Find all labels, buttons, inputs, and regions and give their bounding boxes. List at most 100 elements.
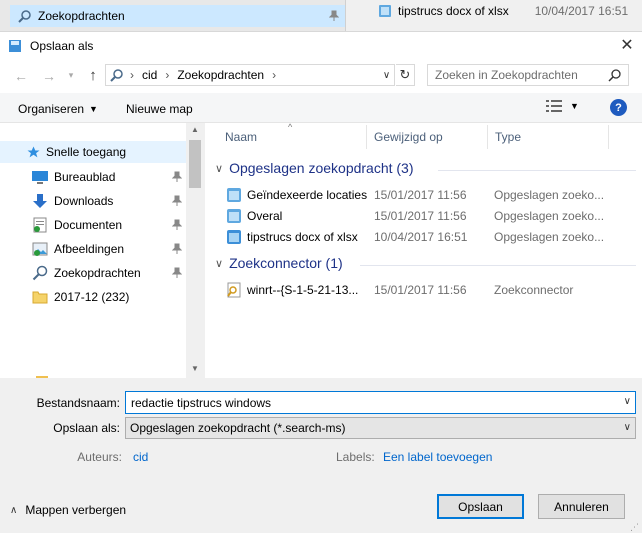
- column-divider[interactable]: [608, 125, 609, 149]
- pane-splitter[interactable]: [204, 123, 205, 378]
- search-folder-icon: [32, 265, 48, 281]
- pictures-icon: [32, 242, 48, 256]
- pin-icon[interactable]: [172, 267, 182, 279]
- organize-label: Organiseren: [18, 102, 85, 116]
- documents-icon: [33, 217, 47, 233]
- group-title: Opgeslagen zoekopdracht (3): [229, 160, 414, 176]
- column-header-type[interactable]: Type: [495, 130, 521, 144]
- hide-folders-label: Mappen verbergen: [25, 503, 127, 517]
- savetype-select[interactable]: Opgeslagen zoekopdracht (*.search-ms) ∨: [125, 417, 636, 439]
- column-divider[interactable]: [487, 125, 488, 149]
- search-icon[interactable]: [608, 68, 622, 82]
- saved-search-icon: [227, 188, 241, 202]
- pin-icon[interactable]: [329, 10, 339, 22]
- add-label-link[interactable]: Een label toevoegen: [383, 450, 492, 464]
- file-date: 15/01/2017 11:56: [374, 209, 467, 223]
- sidebar-item-desktop[interactable]: Bureaublad: [0, 166, 186, 188]
- sidebar-item-label: Afbeeldingen: [54, 242, 125, 256]
- background-file-row[interactable]: tipstrucs docx of xlsx 10/04/2017 16:51: [378, 0, 628, 22]
- file-name: winrt--{S-1-5-21-13...: [247, 283, 359, 297]
- forward-arrow-icon[interactable]: →: [38, 68, 60, 84]
- cancel-button[interactable]: Annuleren: [538, 494, 625, 519]
- collapse-chevron-icon[interactable]: ∨: [215, 257, 223, 270]
- star-icon: [27, 146, 40, 157]
- desktop-icon: [32, 171, 48, 184]
- authors-link[interactable]: cid: [133, 450, 148, 464]
- collapse-chevron-icon[interactable]: ∨: [215, 162, 223, 175]
- scroll-up-icon[interactable]: ▲: [186, 125, 204, 137]
- change-view-button[interactable]: ▼: [546, 100, 579, 112]
- column-header-name[interactable]: Naam: [225, 130, 257, 144]
- search-placeholder: Zoeken in Zoekopdrachten: [435, 68, 578, 82]
- history-nav: ← → ▾ ↑: [10, 67, 104, 84]
- sidebar-item-label: Snelle toegang: [46, 145, 127, 159]
- resize-grip-icon[interactable]: ⋰: [630, 522, 639, 533]
- filename-label: Bestandsnaam:: [36, 396, 120, 410]
- saved-search-icon: [379, 5, 391, 17]
- group-header-search-connectors[interactable]: ∨ Zoekconnector (1): [215, 255, 343, 271]
- file-row[interactable]: Overal 15/01/2017 11:56 Opgeslagen zoeko…: [226, 206, 636, 226]
- back-arrow-icon[interactable]: ←: [10, 68, 32, 84]
- save-dialog-icon: [9, 39, 21, 52]
- sidebar-item-label: Documenten: [54, 218, 123, 232]
- file-row[interactable]: tipstrucs docx of xlsx 10/04/2017 16:51 …: [226, 227, 636, 247]
- hide-folders-button[interactable]: ∧ Mappen verbergen: [10, 503, 126, 517]
- chevron-down-icon: ▼: [570, 101, 579, 111]
- organize-button[interactable]: Organiseren ▼: [18, 102, 98, 116]
- sidebar-item-documents[interactable]: Documenten: [0, 214, 186, 236]
- breadcrumb-item[interactable]: cid: [142, 68, 157, 82]
- search-connector-icon: [227, 282, 241, 298]
- file-date: 10/04/2017 16:51: [374, 230, 468, 244]
- recent-locations-icon[interactable]: ▾: [66, 70, 76, 81]
- group-divider: [360, 265, 636, 266]
- sidebar-item-label: Bureaublad: [54, 170, 116, 184]
- group-header-saved-searches[interactable]: ∨ Opgeslagen zoekopdracht (3): [215, 160, 414, 176]
- help-icon[interactable]: ?: [610, 99, 627, 116]
- file-name: tipstrucs docx of xlsx: [247, 230, 358, 244]
- chevron-down-icon[interactable]: ∨: [624, 422, 631, 433]
- pin-icon[interactable]: [172, 243, 182, 255]
- chevron-up-icon: ∧: [10, 504, 18, 516]
- breadcrumb-separator-icon[interactable]: ›: [272, 68, 276, 82]
- pin-icon[interactable]: [172, 219, 182, 231]
- column-divider[interactable]: [366, 125, 367, 149]
- file-row[interactable]: Geïndexeerde locaties 15/01/2017 11:56 O…: [226, 185, 636, 205]
- nav-scroll-thumb[interactable]: [189, 140, 201, 188]
- save-button[interactable]: Opslaan: [437, 494, 524, 519]
- search-input[interactable]: Zoeken in Zoekopdrachten: [427, 64, 629, 86]
- background-divider: [345, 0, 346, 31]
- background-file-name: tipstrucs docx of xlsx: [398, 4, 509, 18]
- sidebar-item-searches[interactable]: Zoekopdrachten: [0, 262, 186, 284]
- breadcrumb-separator-icon[interactable]: ›: [130, 68, 134, 82]
- address-bar[interactable]: › cid › Zoekopdrachten ›: [105, 64, 395, 86]
- download-icon: [33, 194, 47, 208]
- filename-input[interactable]: redactie tipstrucs windows ∨: [125, 391, 636, 414]
- pin-icon[interactable]: [172, 195, 182, 207]
- column-header-modified[interactable]: Gewijzigd op: [374, 130, 443, 144]
- new-folder-button[interactable]: Nieuwe map: [126, 102, 193, 116]
- group-title: Zoekconnector (1): [229, 255, 343, 271]
- pin-icon[interactable]: [172, 171, 182, 183]
- savetype-label: Opslaan als:: [53, 421, 120, 435]
- chevron-down-icon[interactable]: ∨: [624, 396, 631, 407]
- scroll-down-icon[interactable]: ▼: [186, 364, 204, 376]
- breadcrumb-item[interactable]: Zoekopdrachten: [177, 68, 264, 82]
- address-dropdown-icon[interactable]: ∨: [378, 64, 395, 86]
- breadcrumb-separator-icon[interactable]: ›: [165, 68, 169, 82]
- up-arrow-icon[interactable]: ↑: [82, 67, 104, 84]
- file-type: Zoekconnector: [494, 283, 574, 297]
- file-type: Opgeslagen zoeko...: [494, 230, 605, 244]
- file-name: Overal: [247, 209, 283, 223]
- close-button[interactable]: ✕: [612, 31, 642, 59]
- refresh-icon[interactable]: ↻: [396, 64, 415, 86]
- background-nav-item[interactable]: Zoekopdrachten: [10, 5, 345, 27]
- file-date: 15/01/2017 11:56: [374, 188, 467, 202]
- sidebar-item-pictures[interactable]: Afbeeldingen: [0, 238, 186, 260]
- sidebar-item-downloads[interactable]: Downloads: [0, 190, 186, 212]
- file-row[interactable]: winrt--{S-1-5-21-13... 15/01/2017 11:56 …: [226, 280, 636, 300]
- saved-search-icon: [227, 230, 241, 244]
- search-location-icon: [110, 69, 123, 82]
- sidebar-item-folder-2017-12[interactable]: 2017-12 (232): [0, 286, 186, 308]
- file-type: Opgeslagen zoeko...: [494, 209, 605, 223]
- sidebar-item-quick-access[interactable]: Snelle toegang: [0, 141, 186, 163]
